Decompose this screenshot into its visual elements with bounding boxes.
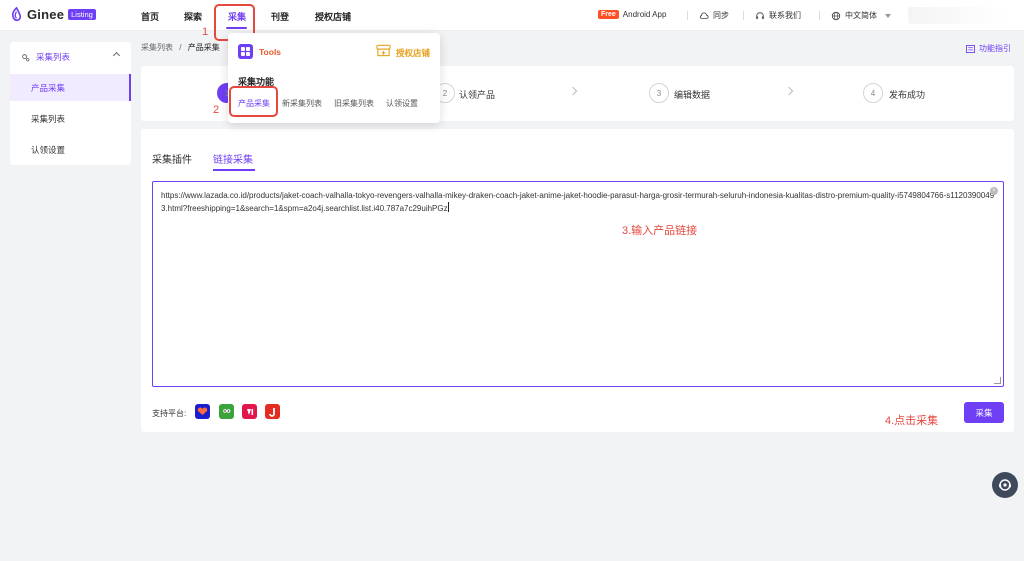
- link-collect-card: 采集插件 链接采集 https://www.lazada.co.id/produ…: [141, 129, 1014, 432]
- breadcrumb-current: 产品采集: [187, 43, 220, 52]
- sidebar: 采集列表 产品采集 采集列表 认领设置: [10, 42, 131, 165]
- sidebar-item-label: 产品采集: [31, 82, 66, 93]
- step-3-number: 3: [656, 88, 662, 98]
- bukalapak-icon: [242, 404, 257, 419]
- collect-button[interactable]: 采集: [964, 402, 1004, 423]
- step-2-label: 认领产品: [459, 90, 496, 100]
- text-cursor: [447, 202, 449, 212]
- contact-label: 联系我们: [769, 11, 801, 20]
- authorized-store-link[interactable]: 授权店铺: [396, 47, 430, 59]
- divider: [819, 11, 820, 20]
- product-url-input[interactable]: https://www.lazada.co.id/products/jaket-…: [152, 181, 1004, 387]
- breadcrumb-separator: /: [179, 43, 182, 52]
- jdid-icon: [265, 404, 280, 419]
- free-badge: Free: [598, 10, 619, 19]
- sidebar-item-product-collect[interactable]: 产品采集: [10, 74, 131, 101]
- nav-explore[interactable]: 探索: [184, 10, 202, 23]
- cloud-sync-icon: [699, 11, 709, 19]
- function-guide-label: 功能指引: [979, 44, 1011, 53]
- annotation-4: 4.点击采集: [885, 415, 939, 427]
- tab-collect-plugin[interactable]: 采集插件: [152, 151, 192, 166]
- logo-text: Ginee: [27, 7, 65, 22]
- function-guide-link[interactable]: 功能指引: [966, 43, 1011, 54]
- android-app-label: Android App: [622, 10, 667, 19]
- sync-button[interactable]: 同步: [699, 10, 729, 21]
- sidebar-item-label: 采集列表: [31, 113, 66, 124]
- lazada-icon: [195, 404, 210, 419]
- step-2-number: 2: [442, 88, 448, 98]
- tab-link-collect[interactable]: 链接采集: [213, 151, 253, 166]
- step-4-label: 发布成功: [889, 90, 926, 100]
- divider: [743, 11, 744, 20]
- breadcrumb: 采集列表 / 产品采集: [141, 42, 220, 53]
- annotation-3: 3.输入产品链接: [622, 225, 698, 237]
- logo[interactable]: Ginee Listing: [9, 7, 96, 22]
- step-3-label: 编辑数据: [674, 90, 711, 100]
- annotation-1: 1: [202, 26, 209, 38]
- chevron-up-icon: [112, 51, 121, 60]
- language-label: 中文简体: [845, 11, 877, 20]
- menu-item-claim-settings[interactable]: 认领设置: [386, 98, 418, 109]
- supported-platforms-label: 支持平台:: [152, 409, 187, 418]
- tools-icon: [238, 44, 253, 59]
- sync-label: 同步: [713, 11, 729, 20]
- globe-icon: [831, 11, 841, 20]
- nav-home[interactable]: 首页: [141, 10, 159, 23]
- user-account-area[interactable]: [908, 7, 1008, 24]
- resize-handle-icon[interactable]: [994, 377, 1001, 384]
- step-4-circle: 4: [863, 83, 883, 103]
- sidebar-item-collect-list[interactable]: 采集列表: [10, 105, 131, 132]
- gear-icon: [22, 53, 30, 61]
- breadcrumb-parent[interactable]: 采集列表: [141, 43, 173, 52]
- ginee-logo-icon: [11, 7, 22, 22]
- android-app-link[interactable]: Free Android App: [598, 10, 666, 19]
- highlight-product-collect: [229, 86, 278, 117]
- chevron-right-icon: [568, 86, 578, 96]
- menu-item-old-collect-list[interactable]: 旧采集列表: [334, 98, 374, 109]
- step-4-number: 4: [870, 88, 876, 98]
- annotation-2: 2: [213, 104, 220, 116]
- tools-label[interactable]: Tools: [259, 47, 281, 57]
- customer-service-button[interactable]: [992, 472, 1018, 498]
- headset-icon: [756, 11, 764, 19]
- tokopedia-icon: [219, 404, 234, 419]
- chevron-down-icon: [885, 13, 891, 18]
- clear-icon[interactable]: ×: [990, 187, 998, 195]
- top-header: Ginee Listing 首页 探索 采集 刊登 授权店铺 Free Andr…: [0, 0, 1024, 31]
- nav-listing[interactable]: 刊登: [271, 10, 289, 23]
- sidebar-group-label: 采集列表: [36, 52, 71, 62]
- divider: [687, 11, 688, 20]
- product-url-text: https://www.lazada.co.id/products/jaket-…: [161, 191, 995, 213]
- chevron-right-icon: [784, 86, 794, 96]
- language-selector[interactable]: 中文简体: [831, 10, 891, 21]
- sidebar-group-collect-list[interactable]: 采集列表: [10, 42, 131, 72]
- sidebar-item-claim-settings[interactable]: 认领设置: [10, 136, 131, 163]
- contact-button[interactable]: 联系我们: [755, 10, 801, 21]
- sidebar-item-label: 认领设置: [31, 144, 66, 155]
- tab-active-indicator: [213, 169, 255, 171]
- step-3-circle: 3: [649, 83, 669, 103]
- book-icon: [966, 44, 975, 53]
- store-icon: [376, 44, 391, 57]
- nav-authorized-store[interactable]: 授权店铺: [315, 10, 351, 23]
- logo-badge: Listing: [68, 9, 96, 20]
- chat-support-icon: [999, 479, 1011, 491]
- menu-item-new-collect-list[interactable]: 新采集列表: [282, 98, 322, 109]
